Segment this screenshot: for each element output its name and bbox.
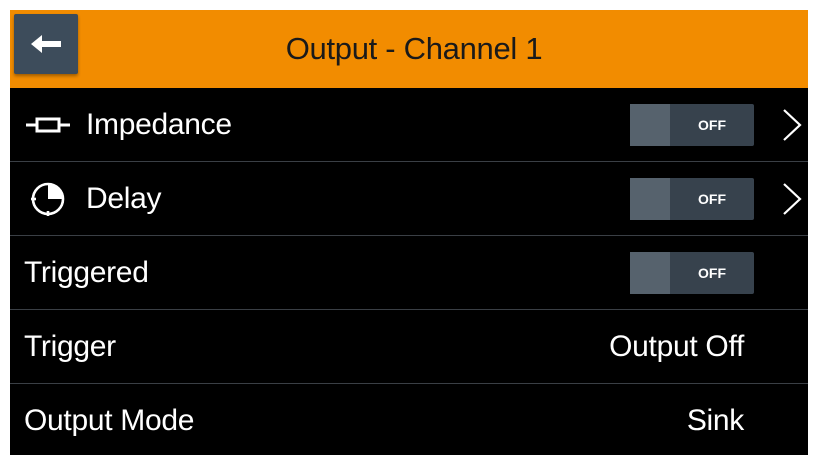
triggered-label: Triggered (24, 256, 149, 289)
output-mode-label: Output Mode (24, 404, 195, 437)
output-channel-screen: Output - Channel 1 Impedance OFF Delay O… (10, 10, 808, 455)
output-mode-value[interactable]: Sink (687, 384, 744, 455)
delay-toggle[interactable]: OFF (630, 178, 754, 220)
triggered-toggle[interactable]: OFF (630, 252, 754, 294)
output-mode-row[interactable]: Output Mode Sink (10, 384, 808, 455)
clock-icon (23, 162, 73, 236)
chevron-right-icon[interactable] (780, 107, 804, 143)
toggle-state: OFF (698, 191, 726, 207)
toggle-knob (630, 104, 670, 146)
impedance-resistor-icon (23, 88, 73, 162)
arrow-left-icon (31, 35, 61, 53)
toggle-knob (630, 252, 670, 294)
toggle-state: OFF (698, 117, 726, 133)
impedance-label: Impedance (86, 108, 232, 141)
back-button[interactable] (14, 14, 78, 74)
delay-row[interactable]: Delay OFF (10, 162, 808, 236)
delay-label: Delay (86, 182, 162, 215)
trigger-value[interactable]: Output Off (609, 310, 744, 384)
triggered-row[interactable]: Triggered OFF (10, 236, 808, 310)
page-title: Output - Channel 1 (285, 31, 543, 66)
trigger-label: Trigger (24, 330, 116, 363)
impedance-toggle[interactable]: OFF (630, 104, 754, 146)
impedance-row[interactable]: Impedance OFF (10, 88, 808, 162)
header-bar: Output - Channel 1 (10, 10, 808, 88)
chevron-right-icon[interactable] (780, 181, 804, 217)
toggle-state: OFF (698, 265, 726, 281)
toggle-knob (630, 178, 670, 220)
trigger-row[interactable]: Trigger Output Off (10, 310, 808, 384)
